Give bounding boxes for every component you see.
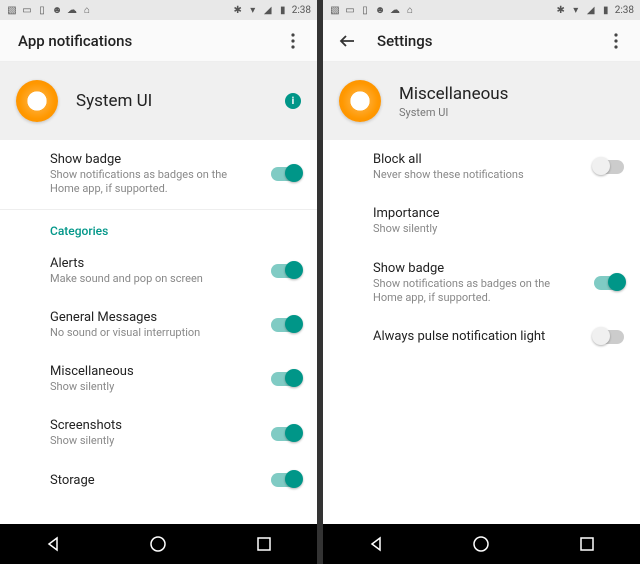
app-bar: Settings bbox=[323, 20, 640, 62]
toggle-show-badge[interactable] bbox=[271, 167, 301, 181]
row-screenshots[interactable]: Screenshots Show silently bbox=[0, 406, 317, 460]
phone-right: ▧ ▭ ▯ ☻ ☁ ⌂ ✱ ▾ ◢ ▮ 2:38 Settings Miscel… bbox=[323, 0, 640, 564]
back-button[interactable] bbox=[337, 31, 357, 51]
phone-left: ▧ ▭ ▯ ☻ ☁ ⌂ ✱ ▾ ◢ ▮ 2:38 App notificatio… bbox=[0, 0, 317, 564]
row-sub: Show silently bbox=[373, 222, 612, 236]
row-sub: Make sound and pop on screen bbox=[50, 272, 259, 286]
row-sub: Show silently bbox=[50, 380, 259, 394]
android-o-icon bbox=[339, 80, 381, 122]
status-time: 2:38 bbox=[615, 5, 634, 16]
toggle-alerts[interactable] bbox=[271, 264, 301, 278]
toggle-screenshots[interactable] bbox=[271, 427, 301, 441]
row-importance[interactable]: Importance Show silently bbox=[323, 194, 640, 248]
toggle-misc[interactable] bbox=[271, 372, 301, 386]
row-sub: Show notifications as badges on the Home… bbox=[373, 277, 582, 306]
more-button[interactable] bbox=[283, 31, 303, 51]
android-o-icon bbox=[16, 80, 58, 122]
row-title: Show badge bbox=[373, 261, 582, 276]
home-nav-button[interactable] bbox=[470, 533, 492, 555]
briefcase-icon: ⌂ bbox=[81, 4, 93, 16]
tablet-icon: ▯ bbox=[359, 4, 371, 16]
bluetooth-icon: ✱ bbox=[232, 4, 244, 16]
row-alerts[interactable]: Alerts Make sound and pop on screen bbox=[0, 244, 317, 298]
recents-nav-button[interactable] bbox=[576, 533, 598, 555]
info-icon[interactable]: i bbox=[285, 93, 301, 109]
header-sub: System UI bbox=[399, 106, 624, 119]
row-sub: Never show these notifications bbox=[373, 168, 582, 182]
android-icon: ☻ bbox=[51, 4, 63, 16]
battery-icon: ▮ bbox=[277, 4, 289, 16]
recents-nav-button[interactable] bbox=[253, 533, 275, 555]
app-bar: App notifications bbox=[0, 20, 317, 62]
signal-icon: ◢ bbox=[585, 4, 597, 16]
row-title: Importance bbox=[373, 206, 612, 221]
row-title: Show badge bbox=[50, 152, 259, 167]
row-sub: No sound or visual interruption bbox=[50, 326, 259, 340]
bluetooth-icon: ✱ bbox=[555, 4, 567, 16]
row-title: Alerts bbox=[50, 256, 259, 271]
picture-icon: ▧ bbox=[329, 4, 341, 16]
status-left-icons: ▧ ▭ ▯ ☻ ☁ ⌂ bbox=[6, 4, 93, 16]
briefcase-icon: ⌂ bbox=[404, 4, 416, 16]
row-show-badge[interactable]: Show badge Show notifications as badges … bbox=[0, 140, 317, 209]
toggle-storage[interactable] bbox=[271, 473, 301, 487]
picture-icon: ▧ bbox=[6, 4, 18, 16]
status-time: 2:38 bbox=[292, 5, 311, 16]
row-title: Block all bbox=[373, 152, 582, 167]
toggle-show-badge[interactable] bbox=[594, 276, 624, 290]
row-block-all[interactable]: Block all Never show these notifications bbox=[323, 140, 640, 194]
row-title: Screenshots bbox=[50, 418, 259, 433]
header-title: Miscellaneous bbox=[399, 84, 624, 104]
content-area: Show badge Show notifications as badges … bbox=[0, 140, 317, 524]
status-bar: ▧ ▭ ▯ ☻ ☁ ⌂ ✱ ▾ ◢ ▮ 2:38 bbox=[0, 0, 317, 20]
rect-icon: ▭ bbox=[21, 4, 33, 16]
back-nav-button[interactable] bbox=[42, 533, 64, 555]
channel-header: Miscellaneous System UI bbox=[323, 62, 640, 140]
toggle-general[interactable] bbox=[271, 318, 301, 332]
nav-bar bbox=[323, 524, 640, 564]
tablet-icon: ▯ bbox=[36, 4, 48, 16]
nav-bar bbox=[0, 524, 317, 564]
cloud-icon: ☁ bbox=[389, 4, 401, 16]
cloud-icon: ☁ bbox=[66, 4, 78, 16]
row-show-badge[interactable]: Show badge Show notifications as badges … bbox=[323, 249, 640, 318]
page-title: App notifications bbox=[18, 32, 283, 50]
row-sub: Show notifications as badges on the Home… bbox=[50, 168, 259, 197]
section-categories: Categories bbox=[0, 210, 317, 244]
row-title: General Messages bbox=[50, 310, 259, 325]
status-right-icons: ✱ ▾ ◢ ▮ 2:38 bbox=[232, 4, 311, 16]
home-nav-button[interactable] bbox=[147, 533, 169, 555]
row-sub: Show silently bbox=[50, 434, 259, 448]
row-title: Always pulse notification light bbox=[373, 329, 582, 344]
status-left-icons: ▧ ▭ ▯ ☻ ☁ ⌂ bbox=[329, 4, 416, 16]
toggle-pulse-light[interactable] bbox=[594, 330, 624, 344]
status-right-icons: ✱ ▾ ◢ ▮ 2:38 bbox=[555, 4, 634, 16]
row-pulse-light[interactable]: Always pulse notification light bbox=[323, 317, 640, 356]
back-nav-button[interactable] bbox=[365, 533, 387, 555]
row-general-messages[interactable]: General Messages No sound or visual inte… bbox=[0, 298, 317, 352]
wifi-icon: ▾ bbox=[570, 4, 582, 16]
signal-icon: ◢ bbox=[262, 4, 274, 16]
content-area: Block all Never show these notifications… bbox=[323, 140, 640, 524]
android-icon: ☻ bbox=[374, 4, 386, 16]
row-storage[interactable]: Storage bbox=[0, 461, 317, 500]
rect-icon: ▭ bbox=[344, 4, 356, 16]
row-miscellaneous[interactable]: Miscellaneous Show silently bbox=[0, 352, 317, 406]
more-button[interactable] bbox=[606, 31, 626, 51]
header-title: System UI bbox=[76, 91, 267, 111]
app-header: System UI i bbox=[0, 62, 317, 140]
row-title: Storage bbox=[50, 473, 259, 488]
row-title: Miscellaneous bbox=[50, 364, 259, 379]
page-title: Settings bbox=[377, 32, 606, 50]
status-bar: ▧ ▭ ▯ ☻ ☁ ⌂ ✱ ▾ ◢ ▮ 2:38 bbox=[323, 0, 640, 20]
toggle-block-all[interactable] bbox=[594, 160, 624, 174]
wifi-icon: ▾ bbox=[247, 4, 259, 16]
battery-icon: ▮ bbox=[600, 4, 612, 16]
